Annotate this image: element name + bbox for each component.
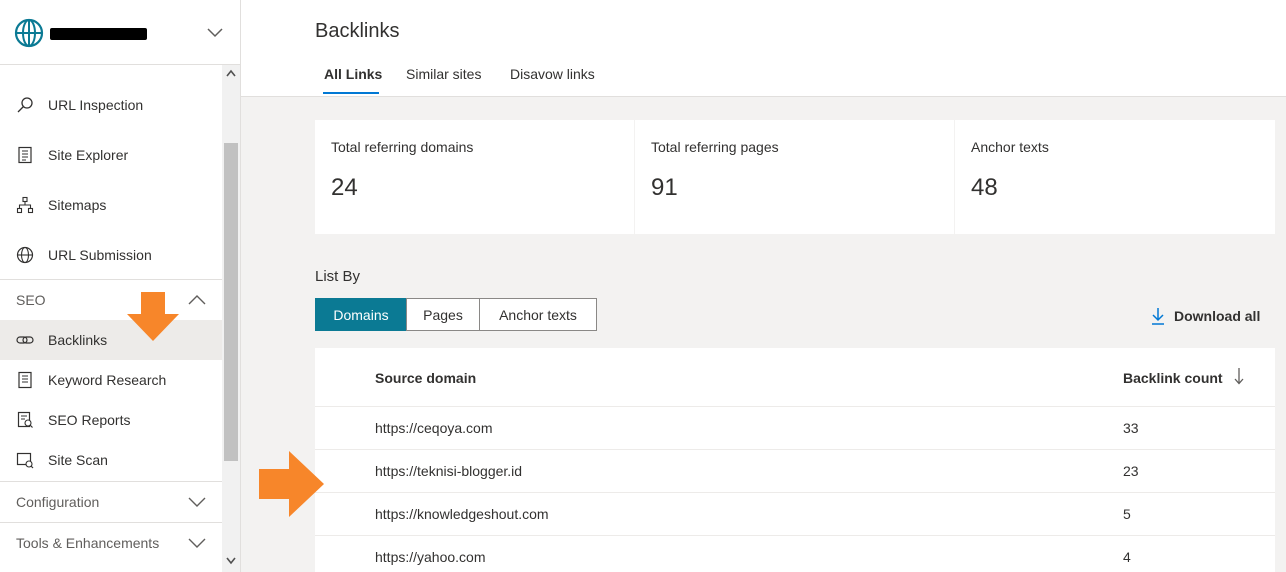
table-row[interactable]: https://teknisi-blogger.id 23 xyxy=(315,449,1275,493)
chevron-up-icon xyxy=(188,295,206,305)
section-label: SEO xyxy=(16,292,46,308)
annotation-arrow-down-icon xyxy=(127,292,179,341)
chevron-down-icon xyxy=(188,497,206,507)
section-label: Tools & Enhancements xyxy=(16,535,160,551)
stat-value: 91 xyxy=(651,174,678,201)
table-row[interactable]: https://ceqoya.com 33 xyxy=(315,406,1275,450)
segment-domains[interactable]: Domains xyxy=(315,298,407,331)
sidebar-item-site-scan[interactable]: Site Scan xyxy=(0,440,222,480)
section-configuration[interactable]: Configuration xyxy=(0,481,222,522)
chevron-down-icon[interactable] xyxy=(207,26,223,38)
list-by-label: List By xyxy=(315,268,361,285)
sidebar-item-site-explorer[interactable]: Site Explorer xyxy=(0,135,222,175)
sidebar-item-seo-reports[interactable]: SEO Reports xyxy=(0,400,222,440)
sidebar-item-label: Backlinks xyxy=(48,332,108,348)
sidebar-item-keyword-research[interactable]: Keyword Research xyxy=(0,360,222,400)
sidebar-item-label: Sitemaps xyxy=(48,197,107,213)
stat-value: 48 xyxy=(971,174,998,201)
scrollbar-thumb[interactable] xyxy=(224,143,238,461)
source-domain-cell: https://ceqoya.com xyxy=(375,420,493,436)
page-header: Backlinks All Links Similar sites Disavo… xyxy=(241,0,1286,97)
tab-disavow-links[interactable]: Disavow links xyxy=(510,66,595,82)
backlink-count-cell: 33 xyxy=(1123,420,1139,436)
sidebar-item-label: Site Scan xyxy=(48,452,108,468)
globe-icon xyxy=(14,18,44,48)
tab-all-links[interactable]: All Links xyxy=(324,66,382,82)
section-seo[interactable]: SEO xyxy=(0,279,222,320)
stat-card-referring-pages: Total referring pages 91 xyxy=(635,120,954,234)
site-name-redacted xyxy=(50,28,147,40)
table-row[interactable]: https://knowledgeshout.com 5 xyxy=(315,492,1275,536)
stat-card-anchor-texts: Anchor texts 48 xyxy=(955,120,1275,234)
scan-icon xyxy=(16,452,34,469)
section-tools-enhancements[interactable]: Tools & Enhancements xyxy=(0,522,222,563)
stat-label: Total referring pages xyxy=(651,139,779,155)
chevron-down-icon xyxy=(188,538,206,548)
download-all-label: Download all xyxy=(1174,308,1261,324)
stat-card-referring-domains: Total referring domains 24 xyxy=(315,120,634,234)
sidebar-item-label: Keyword Research xyxy=(48,372,167,388)
table-row[interactable]: https://yahoo.com 4 xyxy=(315,535,1275,572)
sidebar-scrollbar[interactable] xyxy=(222,65,240,572)
sidebar-item-sitemaps[interactable]: Sitemaps xyxy=(0,185,222,225)
column-header-backlink-count[interactable]: Backlink count xyxy=(1123,370,1223,386)
sort-descending-icon[interactable] xyxy=(1234,367,1244,385)
backlink-count-cell: 23 xyxy=(1123,463,1139,479)
sidebar: URL Inspection Site Explorer Sitemaps UR… xyxy=(0,0,241,572)
section-label: Configuration xyxy=(16,494,100,510)
document-list-icon xyxy=(18,146,32,164)
sitemap-icon xyxy=(16,196,34,214)
nav-list: URL Inspection Site Explorer Sitemaps UR… xyxy=(0,65,222,572)
backlink-count-cell: 4 xyxy=(1123,549,1131,565)
sidebar-item-label: SEO Reports xyxy=(48,412,131,428)
download-icon xyxy=(1152,308,1164,325)
site-selector[interactable] xyxy=(0,0,240,65)
page-title: Backlinks xyxy=(315,20,400,42)
column-header-source-domain[interactable]: Source domain xyxy=(375,370,476,386)
search-icon xyxy=(17,97,33,113)
download-all-button[interactable]: Download all xyxy=(1150,306,1260,326)
link-icon xyxy=(16,336,34,344)
stat-value: 24 xyxy=(331,174,358,201)
stat-label: Anchor texts xyxy=(971,139,1049,155)
sidebar-item-label: Site Explorer xyxy=(48,147,129,163)
source-domain-cell: https://teknisi-blogger.id xyxy=(375,463,523,479)
sidebar-item-url-inspection[interactable]: URL Inspection xyxy=(0,85,222,125)
source-domain-cell: https://yahoo.com xyxy=(375,549,486,565)
tab-similar-sites[interactable]: Similar sites xyxy=(406,66,481,82)
backlinks-table: Source domain Backlink count https://ceq… xyxy=(315,348,1275,572)
sidebar-item-backlinks[interactable]: Backlinks xyxy=(0,320,222,360)
backlink-count-cell: 5 xyxy=(1123,506,1131,522)
stat-label: Total referring domains xyxy=(331,139,474,155)
sidebar-item-label: URL Inspection xyxy=(48,97,144,113)
sidebar-item-label: URL Submission xyxy=(48,247,152,263)
scroll-up-icon[interactable] xyxy=(226,69,236,77)
scroll-down-icon[interactable] xyxy=(226,557,236,565)
segment-pages[interactable]: Pages xyxy=(406,298,480,331)
active-tab-indicator xyxy=(323,92,379,94)
segment-anchor-texts[interactable]: Anchor texts xyxy=(479,298,597,331)
globe-icon xyxy=(16,246,34,264)
sidebar-item-url-submission[interactable]: URL Submission xyxy=(0,235,222,275)
source-domain-cell: https://knowledgeshout.com xyxy=(375,506,549,522)
report-icon xyxy=(17,411,33,428)
document-icon xyxy=(18,371,32,389)
annotation-arrow-right-icon xyxy=(259,451,324,517)
